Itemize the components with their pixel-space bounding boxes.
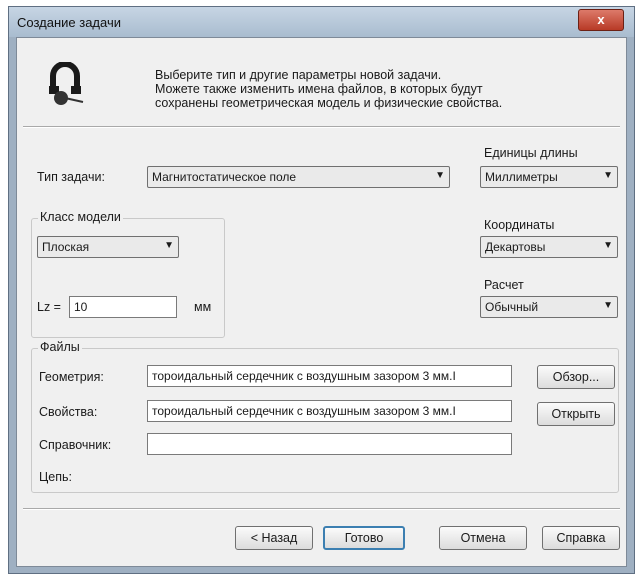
length-units-select[interactable]: Миллиметры ▼ <box>480 166 618 188</box>
calculation-select[interactable]: Обычный ▼ <box>480 296 618 318</box>
reference-label: Справочник: <box>39 438 112 452</box>
create-task-dialog: Создание задачи x Выберите тип и другие … <box>8 6 635 574</box>
length-units-value: Миллиметры <box>485 170 558 184</box>
open-button[interactable]: Открыть <box>537 402 615 426</box>
chevron-down-icon: ▼ <box>164 240 174 251</box>
lz-value: 10 <box>74 300 88 314</box>
properties-value: тороидальный сердечник с воздушным зазор… <box>152 404 456 418</box>
geometry-label: Геометрия: <box>39 370 104 384</box>
calculation-value: Обычный <box>485 300 539 314</box>
chevron-down-icon: ▼ <box>603 170 613 181</box>
dialog-body: Выберите тип и другие параметры новой за… <box>16 37 627 567</box>
chevron-down-icon: ▼ <box>603 240 613 251</box>
properties-input[interactable]: тороидальный сердечник с воздушным зазор… <box>147 400 512 422</box>
footer-divider <box>23 508 620 510</box>
dialog-header: Выберите тип и другие параметры новой за… <box>17 38 626 124</box>
task-type-label: Тип задачи: <box>37 170 105 184</box>
chevron-down-icon: ▼ <box>603 300 613 311</box>
model-class-select[interactable]: Плоская ▼ <box>37 236 179 258</box>
properties-label: Свойства: <box>39 405 98 419</box>
close-button[interactable]: x <box>578 9 624 31</box>
reference-input[interactable] <box>147 433 512 455</box>
circuit-label: Цепь: <box>39 470 72 484</box>
coordinates-value: Декартовы <box>485 240 546 254</box>
help-button[interactable]: Справка <box>542 526 620 550</box>
coordinates-select[interactable]: Декартовы ▼ <box>480 236 618 258</box>
model-class-value: Плоская <box>42 240 90 254</box>
calculation-label: Расчет <box>484 278 524 292</box>
title-bar: Создание задачи x <box>9 7 634 37</box>
intro-line: Выберите тип и другие параметры новой за… <box>155 68 442 82</box>
browse-button[interactable]: Обзор... <box>537 365 615 389</box>
lz-label: Lz = <box>37 300 61 314</box>
chevron-down-icon: ▼ <box>435 170 445 181</box>
model-class-label: Класс модели <box>38 210 123 224</box>
magnet-icon <box>49 62 84 105</box>
task-type-value: Магнитостатическое поле <box>152 170 297 184</box>
back-button[interactable]: < Назад <box>235 526 313 550</box>
intro-text: Выберите тип и другие параметры новой за… <box>155 68 595 110</box>
intro-line: сохранены геометрическая модель и физиче… <box>155 96 503 110</box>
intro-line: Можете также изменить имена файлов, в ко… <box>155 82 483 96</box>
files-label: Файлы <box>38 340 82 354</box>
lz-unit: мм <box>194 300 212 314</box>
done-button[interactable]: Готово <box>323 526 405 550</box>
window-title: Создание задачи <box>17 15 121 30</box>
header-divider <box>23 126 620 128</box>
length-units-label: Единицы длины <box>484 146 578 160</box>
task-type-select[interactable]: Магнитостатическое поле ▼ <box>147 166 450 188</box>
geometry-input[interactable]: тороидальный сердечник с воздушным зазор… <box>147 365 512 387</box>
geometry-value: тороидальный сердечник с воздушным зазор… <box>152 369 456 383</box>
coordinates-label: Координаты <box>484 218 555 232</box>
cancel-button[interactable]: Отмена <box>439 526 527 550</box>
lz-input[interactable]: 10 <box>69 296 177 318</box>
